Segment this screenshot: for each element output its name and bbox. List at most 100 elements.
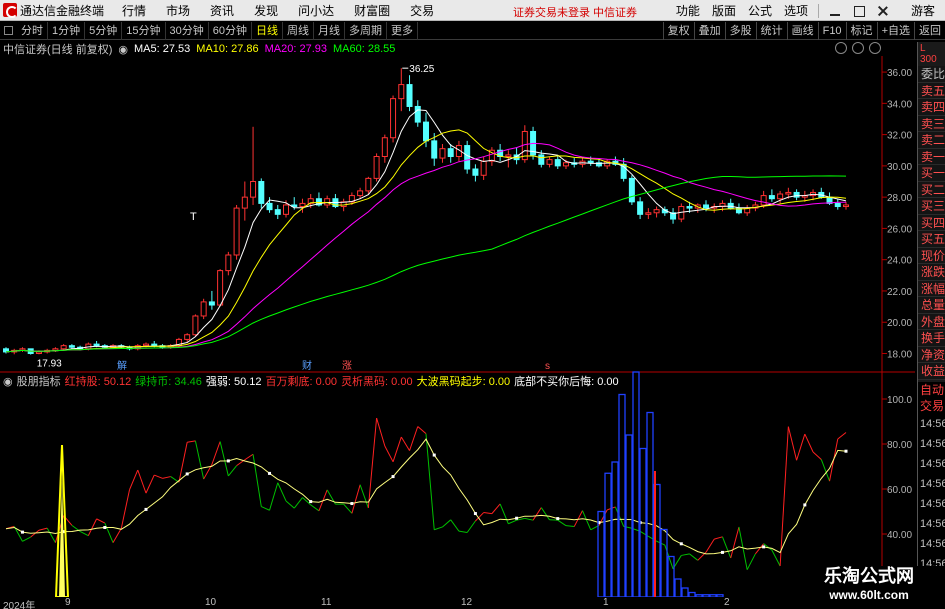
- red-hold-line: [491, 503, 501, 514]
- period-30min[interactable]: 30分钟: [166, 21, 209, 40]
- side-item[interactable]: 外盘: [918, 313, 945, 330]
- indicator-strength: 强弱: 50.12: [205, 376, 262, 388]
- period-15min[interactable]: 15分钟: [122, 21, 166, 40]
- red-hold-line: [137, 469, 147, 494]
- red-hold-line: [38, 527, 48, 531]
- chart-area[interactable]: 18.00 20.00 22.00 24.00 26.00 28.00 30.00 32.00…: [0, 56, 915, 609]
- side-item[interactable]: 净资: [918, 346, 945, 363]
- ma-toggle-icon[interactable]: ◉: [118, 43, 128, 56]
- candle-down: [258, 181, 265, 204]
- period-daily[interactable]: 日线: [252, 21, 283, 40]
- menu-bar: 通达信金融终端 行情 市场 资讯 发现 问小达 财富圈 交易 证券交易未登录 中…: [0, 0, 945, 21]
- side-item[interactable]: 卖一: [918, 148, 945, 165]
- green-cash-line: [310, 504, 320, 512]
- stock-name[interactable]: 中信证券(日线 前复权): [3, 41, 112, 57]
- settings-icon[interactable]: [835, 42, 847, 54]
- menu-quotes[interactable]: 行情: [122, 2, 146, 19]
- candle-up: [645, 212, 652, 215]
- candle-up: [785, 191, 792, 195]
- period-5min[interactable]: 5分钟: [85, 21, 123, 40]
- candle-up: [760, 195, 767, 206]
- minimize-icon[interactable]: [827, 4, 843, 18]
- back-button[interactable]: 返回: [914, 22, 945, 40]
- toggle-square-icon[interactable]: [4, 26, 13, 35]
- guest-label[interactable]: 游客: [911, 2, 935, 19]
- side-item[interactable]: 买二: [918, 181, 945, 198]
- maximize-icon[interactable]: [851, 4, 867, 18]
- period-weekly[interactable]: 周线: [283, 21, 314, 40]
- side-item[interactable]: 涨跌: [918, 264, 945, 281]
- multi-stock-button[interactable]: 多股: [724, 22, 756, 40]
- green-cash-line: [227, 465, 237, 477]
- grid-icon[interactable]: [869, 42, 881, 54]
- f10-button[interactable]: F10: [817, 22, 846, 40]
- side-item[interactable]: 总量: [918, 297, 945, 314]
- indicator-toggle-icon[interactable]: ◉: [3, 375, 13, 388]
- side-item[interactable]: 卖二: [918, 132, 945, 149]
- green-cash-line: [746, 553, 756, 570]
- strength-dot: [432, 453, 436, 457]
- candle-up: [653, 209, 660, 214]
- red-hold-line: [730, 526, 740, 559]
- menu-formula[interactable]: 公式: [748, 2, 772, 19]
- candle-down: [447, 148, 454, 157]
- strength-dot: [679, 542, 683, 546]
- marker-finance: 财: [302, 359, 312, 372]
- side-item[interactable]: 买五: [918, 231, 945, 248]
- adjust-button[interactable]: 复权: [662, 22, 694, 40]
- mark-button[interactable]: 标记: [845, 22, 877, 40]
- period-monthly[interactable]: 月线: [314, 21, 345, 40]
- candle-down: [151, 343, 158, 347]
- green-cash-line: [722, 536, 732, 559]
- menu-layout[interactable]: 版面: [712, 2, 736, 19]
- side-item[interactable]: 委比: [918, 66, 945, 83]
- app-logo-icon: [3, 3, 18, 18]
- side-item[interactable]: 买三: [918, 198, 945, 215]
- side-item[interactable]: 卖四: [918, 99, 945, 116]
- period-1min[interactable]: 1分钟: [48, 21, 86, 40]
- strength-line: [5, 438, 847, 555]
- stats-button[interactable]: 统计: [755, 22, 787, 40]
- side-item[interactable]: 买一: [918, 165, 945, 182]
- side-item[interactable]: 涨幅: [918, 280, 945, 297]
- red-hold-line: [351, 484, 361, 514]
- menu-news[interactable]: 资讯: [210, 2, 234, 19]
- strength-dot: [226, 459, 230, 463]
- menu-function[interactable]: 功能: [676, 2, 700, 19]
- menu-trade[interactable]: 交易: [410, 2, 434, 19]
- menu-discover[interactable]: 发现: [254, 2, 278, 19]
- period-60min[interactable]: 60分钟: [209, 21, 252, 40]
- side-item[interactable]: 卖三: [918, 115, 945, 132]
- watermark-url: www.60lt.com: [829, 588, 909, 602]
- period-multi[interactable]: 多周期: [345, 21, 387, 40]
- menu-market[interactable]: 市场: [166, 2, 190, 19]
- blue-histogram-bar: [660, 528, 668, 598]
- candle-up: [60, 345, 67, 350]
- side-item[interactable]: 现价: [918, 247, 945, 264]
- overlay-button[interactable]: 叠加: [693, 22, 725, 40]
- kline-chart[interactable]: 18.00 20.00 22.00 24.00 26.00 28.00 30.00 32.00…: [0, 56, 915, 609]
- blue-histogram-bar: [597, 510, 605, 598]
- indicator-name[interactable]: 股朋指标: [17, 373, 61, 389]
- menu-wealth[interactable]: 财富圈: [354, 2, 390, 19]
- menu-ask[interactable]: 问小达: [298, 2, 334, 19]
- period-intraday[interactable]: 分时: [17, 21, 48, 40]
- candle-down: [554, 159, 561, 167]
- side-item[interactable]: 卖五: [918, 82, 945, 99]
- green-cash-line: [557, 519, 567, 527]
- login-notice[interactable]: 证券交易未登录 中信证券: [513, 4, 637, 20]
- auto-trade-label-1[interactable]: 自动: [918, 382, 945, 398]
- menu-options[interactable]: 选项: [784, 2, 808, 19]
- close-icon[interactable]: [875, 4, 891, 18]
- side-item[interactable]: 换手: [918, 330, 945, 347]
- candle-down: [208, 301, 215, 306]
- indicator-info-line: ◉ 股朋指标 红持股: 50.12 绿持币: 34.46 强弱: 50.12 百…: [3, 373, 623, 389]
- link-icon[interactable]: [852, 42, 864, 54]
- side-item[interactable]: 收益: [918, 363, 945, 380]
- ma20-value: MA20: 27.93: [264, 43, 328, 55]
- auto-trade-label-2[interactable]: 交易: [918, 398, 945, 414]
- period-more[interactable]: 更多: [387, 21, 418, 40]
- add-watchlist-button[interactable]: +自选: [876, 22, 914, 40]
- side-item[interactable]: 买四: [918, 214, 945, 231]
- draw-button[interactable]: 画线: [786, 22, 818, 40]
